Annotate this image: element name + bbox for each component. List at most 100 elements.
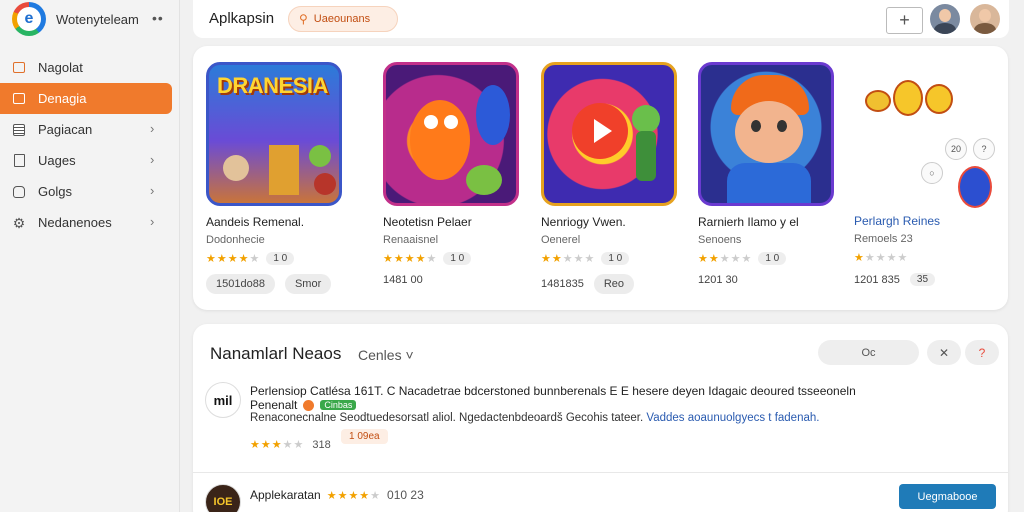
help-button[interactable]: ? <box>973 138 995 160</box>
sidebar-nav: Nagolat Denagia Pagiacan › Uages › Golgs… <box>0 52 180 238</box>
app-developer: Senoens <box>698 234 742 246</box>
rating-chip: 1 0 <box>758 252 787 265</box>
rating-chip: 35 <box>909 273 936 286</box>
brand[interactable]: e Wotenyteleam <box>12 2 139 36</box>
game-icon[interactable] <box>383 62 519 206</box>
game-icon[interactable] <box>541 62 677 206</box>
app-name: Nenriogy Vwen. <box>541 215 626 229</box>
list-search-button[interactable]: Oc <box>818 340 919 365</box>
download-count: 1201 835 <box>854 273 900 286</box>
download-count: 1501do88 <box>206 274 275 294</box>
rating-count: 318 <box>312 438 331 451</box>
doc-icon <box>12 154 26 168</box>
avatar[interactable] <box>970 4 1000 34</box>
sticker-art <box>853 68 963 138</box>
list-item-subtitle: Penenalt <box>250 398 298 412</box>
app-card[interactable]: DRANESIA Aandeis Remenal. Dodonhecie ★★★… <box>206 62 346 294</box>
list-item-link[interactable]: Vaddes aoaunuolgyecs t fadenah. <box>646 412 819 424</box>
app-developer: Dodonhecie <box>206 234 265 246</box>
app-card[interactable]: Neotetisn Pelaer Renaaisnel ★★★★★ 1 0 14… <box>383 62 523 286</box>
app-developer: Oenerel <box>541 234 581 246</box>
app-card[interactable]: Nenriogy Vwen. Oenerel ★★★★★ 1 0 1481835… <box>541 62 681 294</box>
star-rating: ★★★★★ <box>326 489 382 502</box>
news-list-card: Nanamlarl Neaos Cenles ˅ Oc ✕ ? mil Perl… <box>193 324 1008 512</box>
chevron-right-icon: › <box>150 183 155 198</box>
search-button[interactable]: ⚲ Uaeounans <box>288 6 398 32</box>
app-avatar: IOE <box>205 484 241 512</box>
box-icon <box>12 92 26 106</box>
tag-chip: 1 09ea <box>341 429 388 444</box>
sidebar-item-label: Nagolat <box>38 60 83 75</box>
add-button[interactable]: + <box>886 7 923 34</box>
sidebar-item-label: Uages <box>38 153 76 168</box>
search-icon: ⚲ <box>299 12 308 26</box>
store-button[interactable]: Reo <box>593 274 635 294</box>
download-count: 1481835 <box>541 278 584 290</box>
status-button[interactable]: ○ <box>921 162 943 184</box>
mascot-icon <box>958 166 992 208</box>
status-dot <box>303 399 315 411</box>
sidebar-item-pagiacan[interactable]: Pagiacan › <box>0 114 180 145</box>
sidebar-item-label: Denagia <box>38 91 87 106</box>
star-rating: ★★★★★ <box>383 253 438 265</box>
filter-dropdown[interactable]: Cenles ˅ <box>358 347 414 363</box>
app-card[interactable]: Rarnierh Ilamo y el Senoens ★★★★★ 1 0 12… <box>698 62 838 286</box>
sidebar-item-uages[interactable]: Uages › <box>0 145 180 176</box>
game-icon[interactable] <box>698 62 834 206</box>
download-count: 1481 00 <box>383 274 423 286</box>
star-rating: ★★★★★ <box>250 439 305 451</box>
chevron-right-icon: › <box>150 214 155 229</box>
bag-icon <box>12 185 26 199</box>
app-developer: Renaaisnel <box>383 234 439 246</box>
app-card-partial[interactable]: Perlargh Reines Remoels 23 ★★★★★ 1201 83… <box>854 214 994 286</box>
close-button[interactable]: ✕ <box>927 340 961 365</box>
app-name: Aandeis Remenal. <box>206 215 305 229</box>
more-icon[interactable]: •• <box>152 10 164 26</box>
list-item-title: Perlensiop Catlésa 161T. C Nacadetrae bd… <box>250 384 856 398</box>
list-icon <box>12 123 26 137</box>
star-rating: ★★★★★ <box>698 253 753 265</box>
divider <box>193 472 1008 473</box>
star-rating: ★★★★★ <box>206 253 261 265</box>
app-name: Neotetisn Pelaer <box>383 215 472 229</box>
download-count: 1201 30 <box>698 274 738 286</box>
star-rating: ★★★★★ <box>854 252 909 264</box>
info-button[interactable]: 20 <box>945 138 967 160</box>
box-icon <box>12 61 26 75</box>
page-title: Aplkapsin <box>209 10 275 27</box>
star-rating: ★★★★★ <box>541 253 596 265</box>
sidebar-item-label: Nedanenoes <box>38 215 112 230</box>
sidebar-item-golgs[interactable]: Golgs › <box>0 176 180 207</box>
sidebar-item-label: Pagiacan <box>38 122 93 137</box>
sidebar-item-denagia[interactable]: Denagia <box>0 83 172 114</box>
search-label: Uaeounans <box>313 13 371 25</box>
gear-icon: ⚙ <box>12 214 26 231</box>
list-item-description: Renaconecnalne Seodtuedesorsatl aliol. N… <box>250 412 644 424</box>
game-icon[interactable]: DRANESIA <box>206 62 342 206</box>
help-button[interactable]: ? <box>965 340 999 365</box>
sidebar-item-nagolat[interactable]: Nagolat <box>0 52 180 83</box>
icon-title: DRANESIA <box>217 73 328 98</box>
brand-name: Wotenyteleam <box>56 11 139 27</box>
chevron-right-icon: › <box>150 152 155 167</box>
rating-count: 010 23 <box>387 488 424 502</box>
store-button[interactable]: Smor <box>284 274 332 294</box>
rating-chip: 1 0 <box>266 252 295 265</box>
app-developer: Remoels 23 <box>854 233 913 245</box>
list-item-title: Applekaratan <box>250 488 321 502</box>
app-name: Perlargh Reines <box>854 214 941 228</box>
logo-letter: e <box>17 7 41 31</box>
avatar[interactable] <box>930 4 960 34</box>
status-badge: Cinbas <box>320 400 357 410</box>
sidebar: e Wotenyteleam •• Nagolat Denagia Pagiac… <box>0 0 180 512</box>
top-bar: Aplkapsin ⚲ Uaeounans + <box>193 0 1009 38</box>
sidebar-item-label: Golgs <box>38 184 72 199</box>
section-title: Nanamlarl Neaos <box>210 344 342 363</box>
featured-apps-card: DRANESIA Aandeis Remenal. Dodonhecie ★★★… <box>193 46 1008 310</box>
install-button[interactable]: Uegmabooe <box>899 484 996 509</box>
app-avatar: mil <box>205 382 241 418</box>
chevron-right-icon: › <box>150 121 155 136</box>
sidebar-item-nedanenoes[interactable]: ⚙ Nedanenoes › <box>0 207 180 238</box>
app-name: Rarnierh Ilamo y el <box>698 215 799 229</box>
rating-chip: 1 0 <box>443 252 472 265</box>
